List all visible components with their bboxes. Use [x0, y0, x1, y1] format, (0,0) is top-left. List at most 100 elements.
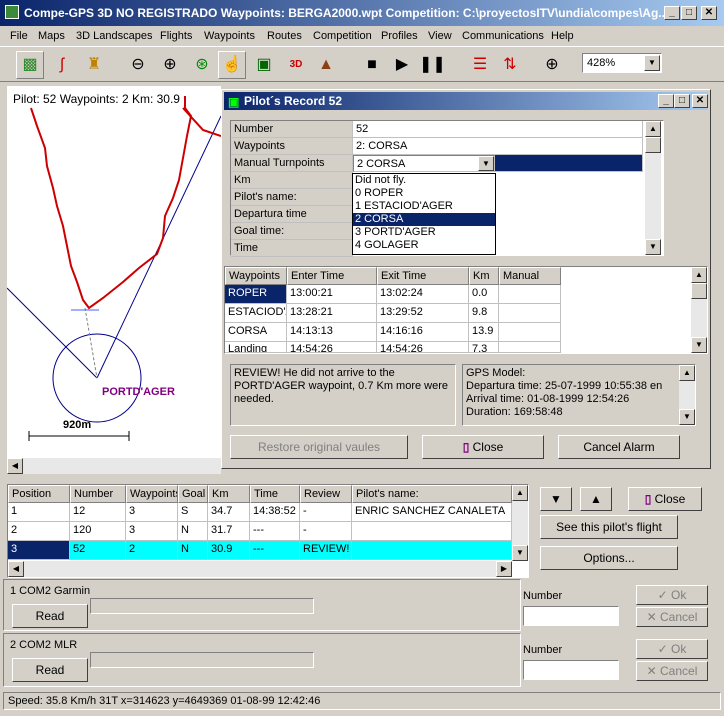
- results-close-button[interactable]: ▯ Close: [628, 487, 702, 511]
- zoom-out-icon[interactable]: ⊖: [124, 51, 152, 79]
- wp-cell[interactable]: 7.3: [469, 342, 499, 353]
- field-value-waypoints[interactable]: 2: CORSA: [353, 138, 643, 155]
- route-icon[interactable]: ⇅: [496, 51, 524, 79]
- turnpoint-dropdown-list[interactable]: Did not fly. 0 ROPER 1 ESTACIOD'AGER 2 C…: [352, 173, 496, 255]
- menu-routes[interactable]: Routes: [267, 30, 302, 42]
- minimize-button[interactable]: _: [664, 6, 680, 20]
- dialog-close-button[interactable]: ✕: [692, 94, 708, 108]
- menu-competition[interactable]: Competition: [313, 30, 372, 42]
- wp-cell[interactable]: CORSA: [225, 323, 287, 342]
- wp-cell[interactable]: [499, 285, 561, 304]
- wp-cell[interactable]: Landing: [225, 342, 287, 353]
- table-row[interactable]: 1 12 3 S 34.7 14:38:52 - ENRIC SANCHEZ C…: [8, 503, 512, 522]
- 3d-icon[interactable]: 3D: [282, 51, 310, 79]
- wp-cell[interactable]: [499, 304, 561, 323]
- wp-cell[interactable]: 13.9: [469, 323, 499, 342]
- dropdown-option[interactable]: 1 ESTACIOD'AGER: [353, 200, 495, 213]
- map-icon[interactable]: ▩: [16, 51, 44, 79]
- table-row[interactable]: 2 120 3 N 31.7 --- -: [8, 522, 512, 541]
- cancel-alarm-button[interactable]: Cancel Alarm: [558, 435, 680, 459]
- column-header[interactable]: Enter Time: [287, 267, 377, 285]
- com1-number-input[interactable]: [523, 606, 619, 626]
- scroll-up-icon[interactable]: ▲: [679, 365, 695, 381]
- move-down-button[interactable]: ▼: [540, 487, 572, 511]
- wp-cell[interactable]: 14:54:26: [287, 342, 377, 353]
- menu-profiles[interactable]: Profiles: [381, 30, 418, 42]
- trace-icon[interactable]: ʃ: [48, 51, 76, 79]
- wp-cell[interactable]: 14:54:26: [377, 342, 469, 353]
- menu-file[interactable]: File: [10, 30, 28, 42]
- column-header[interactable]: Km: [208, 485, 250, 503]
- see-flight-button[interactable]: See this pilot's flight: [540, 515, 678, 539]
- column-header[interactable]: Review: [300, 485, 352, 503]
- menu-waypoints[interactable]: Waypoints: [204, 30, 255, 42]
- move-up-button[interactable]: ▲: [580, 487, 612, 511]
- scroll-thumb[interactable]: [645, 137, 661, 153]
- scroll-up-icon[interactable]: ▲: [512, 485, 528, 501]
- dialog-maximize-button[interactable]: □: [674, 94, 690, 108]
- dropdown-option[interactable]: Did not fly.: [353, 174, 495, 187]
- column-header[interactable]: Number: [70, 485, 126, 503]
- gps-scrollbar[interactable]: ▲ ▼: [679, 365, 695, 425]
- scroll-thumb[interactable]: [691, 283, 707, 299]
- wp-cell[interactable]: 13:28:21: [287, 304, 377, 323]
- map-view[interactable]: Pilot: 52 Waypoints: 2 Km: 30.9 PORTD'AG…: [7, 86, 221, 460]
- zoom-fit-icon[interactable]: ⊛: [188, 51, 216, 79]
- scroll-down-icon[interactable]: ▼: [679, 409, 695, 425]
- map-hscroll[interactable]: ◀: [7, 458, 221, 474]
- column-header[interactable]: Manual: [499, 267, 561, 285]
- wp-table-scrollbar[interactable]: ▲ ▼: [691, 267, 707, 353]
- wp-cell[interactable]: [499, 342, 561, 353]
- scroll-right-icon[interactable]: ▶: [496, 561, 512, 577]
- menu-communications[interactable]: Communications: [462, 30, 544, 42]
- column-header[interactable]: Position: [8, 485, 70, 503]
- wp-cell[interactable]: 13:02:24: [377, 285, 469, 304]
- results-vscroll[interactable]: ▲ ▼: [512, 485, 528, 561]
- column-header[interactable]: Time: [250, 485, 300, 503]
- dropdown-option[interactable]: 4 GOLAGER: [353, 239, 495, 252]
- stop-icon[interactable]: ■: [358, 51, 386, 79]
- menu-view[interactable]: View: [428, 30, 452, 42]
- table-row-selected[interactable]: 3 52 2 N 30.9 --- REVIEW!: [8, 541, 512, 560]
- dropdown-option-selected[interactable]: 2 CORSA: [353, 213, 495, 226]
- scroll-left-icon[interactable]: ◀: [7, 458, 23, 474]
- menu-3d-landscapes[interactable]: 3D Landscapes: [76, 30, 152, 42]
- wp-cell[interactable]: 9.8: [469, 304, 499, 323]
- scroll-down-icon[interactable]: ▼: [645, 239, 661, 255]
- wp-cell[interactable]: 14:16:16: [377, 323, 469, 342]
- com1-read-button[interactable]: Read: [12, 604, 88, 628]
- scroll-left-icon[interactable]: ◀: [8, 561, 24, 577]
- com1-cancel-button[interactable]: ✕ Cancel: [636, 607, 708, 627]
- menu-flights[interactable]: Flights: [160, 30, 192, 42]
- terrain-icon[interactable]: ▲: [312, 51, 340, 79]
- column-header[interactable]: Goal: [178, 485, 208, 503]
- scroll-down-icon[interactable]: ▼: [512, 545, 528, 561]
- chevron-down-icon[interactable]: ▼: [644, 55, 660, 71]
- column-header[interactable]: Km: [469, 267, 499, 285]
- wp-cell[interactable]: 13:29:52: [377, 304, 469, 323]
- scroll-up-icon[interactable]: ▲: [645, 121, 661, 137]
- column-header[interactable]: Pilot's name:: [352, 485, 512, 503]
- wp-cell[interactable]: 13:00:21: [287, 285, 377, 304]
- dropdown-option[interactable]: 3 PORTD'AGER: [353, 226, 495, 239]
- target-icon[interactable]: ⊕: [538, 51, 566, 79]
- play-icon[interactable]: ▶: [388, 51, 416, 79]
- wp-cell[interactable]: [499, 323, 561, 342]
- options-button[interactable]: Options...: [540, 546, 678, 570]
- restore-button[interactable]: Restore original vaules: [230, 435, 408, 459]
- wp-cell[interactable]: 0.0: [469, 285, 499, 304]
- pointer-icon[interactable]: ☝: [218, 51, 246, 79]
- com2-number-input[interactable]: [523, 660, 619, 680]
- close-window-button[interactable]: ✕: [701, 6, 717, 20]
- wp-cell[interactable]: 14:13:13: [287, 323, 377, 342]
- com2-ok-button[interactable]: ✓ Ok: [636, 639, 708, 659]
- zoom-in-icon[interactable]: ⊕: [156, 51, 184, 79]
- zoom-select[interactable]: 428% ▼: [582, 53, 662, 73]
- list-icon[interactable]: ☰: [466, 51, 494, 79]
- menu-help[interactable]: Help: [551, 30, 574, 42]
- pause-icon[interactable]: ❚❚: [418, 51, 446, 79]
- screen-icon[interactable]: ▣: [250, 51, 278, 79]
- wp-cell[interactable]: ESTACIOD'AGER: [225, 304, 287, 323]
- dropdown-option[interactable]: 0 ROPER: [353, 187, 495, 200]
- field-value-number[interactable]: 52: [353, 121, 643, 138]
